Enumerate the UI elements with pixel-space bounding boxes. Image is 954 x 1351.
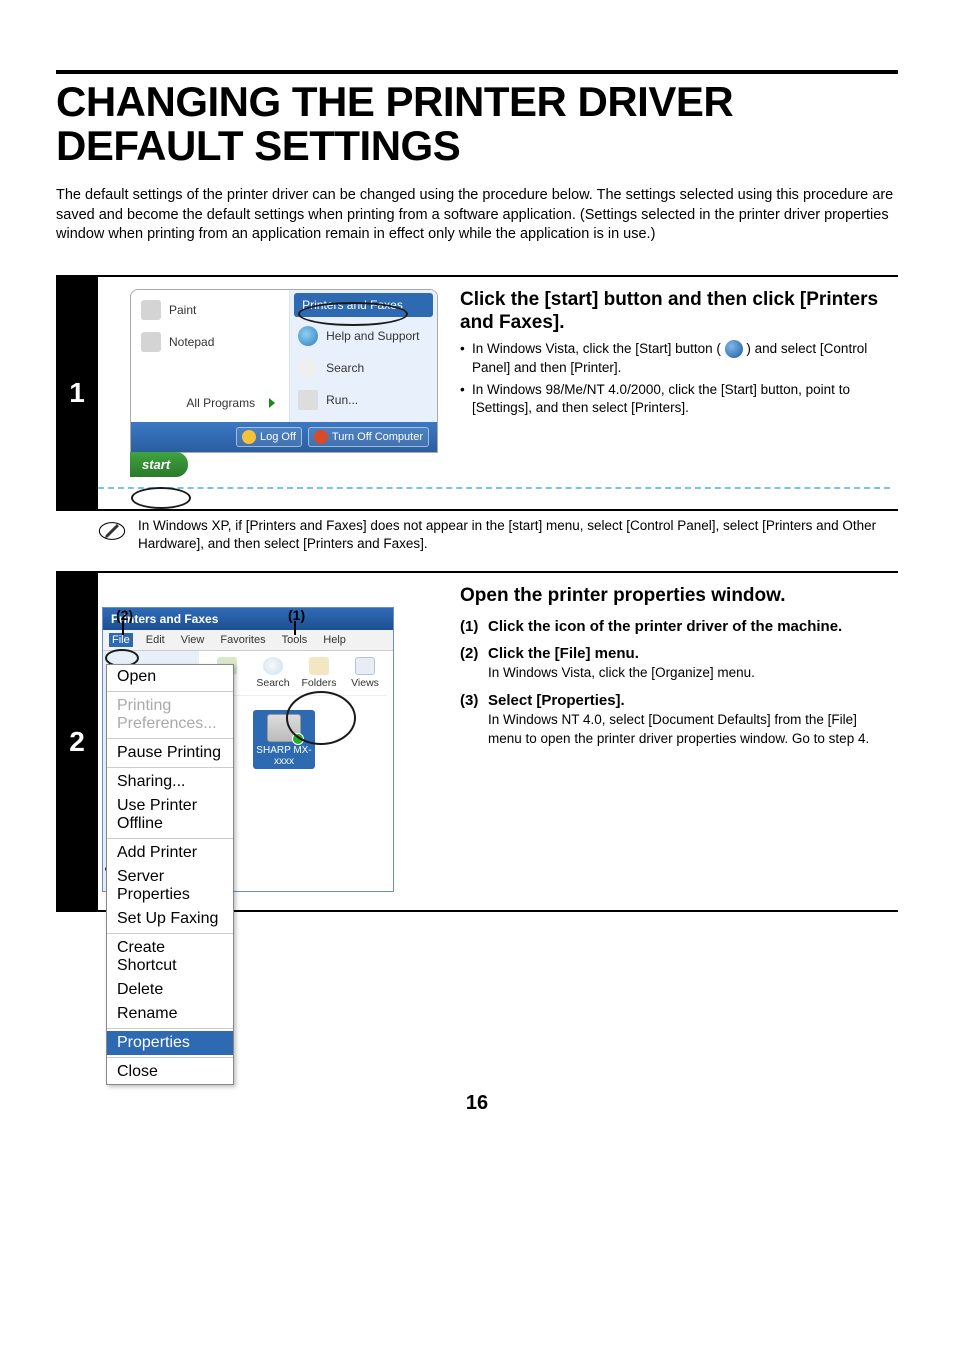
step-1-number: 1 [56,277,98,509]
step-2-number: 2 [56,573,98,910]
step-2-sub3-text: In Windows NT 4.0, select [Document Defa… [460,711,890,747]
window-title: Printers and Faxes [103,608,393,630]
file-menu: File [109,633,133,647]
power-icon [314,430,328,444]
views-icon [355,657,375,675]
step-2-sub2: (2)Click the [File] menu. [460,645,890,662]
start-menu-run: Run... [326,393,358,407]
start-menu-all-programs: All Programs [186,396,255,410]
step-2-heading: Open the printer properties window. [460,585,890,608]
start-menu-turnoff: Turn Off Computer [332,431,423,443]
step-1-bullet-2: In Windows 98/Me/NT 4.0/2000, click the … [460,381,890,417]
help-icon [298,326,318,346]
windows-vista-start-icon [725,340,743,358]
start-menu-help: Help and Support [326,329,419,343]
start-menu-logoff: Log Off [260,431,296,443]
folders-icon [309,657,329,675]
search-icon [298,358,318,378]
chevron-right-icon [269,398,275,408]
run-icon [298,390,318,410]
start-menu-search: Search [326,361,364,375]
start-menu-notepad: Notepad [169,335,214,349]
step-2-sub3: (3)Select [Properties]. [460,692,890,709]
note-pencil-icon [98,517,126,545]
step-2-sub1: (1)Click the icon of the printer driver … [460,618,890,635]
logoff-icon [242,430,256,444]
callout-1: (1) [288,607,305,623]
step-1: 1 Paint Notepad All Programs [56,275,898,511]
start-button-icon: start [130,452,188,477]
file-dropdown-mock-icon: Open Printing Preferences... Pause Print… [106,664,234,1085]
step-1-note: In Windows XP, if [Printers and Faxes] d… [98,517,898,553]
step-1-heading: Click the [start] button and then click … [460,289,890,335]
search-icon [263,657,283,675]
page-number: 16 [56,1092,898,1115]
callout-oval-icon [298,302,408,326]
page-title: CHANGING THE PRINTER DRIVER DEFAULT SETT… [56,70,898,168]
start-menu-paint: Paint [169,303,196,317]
callout-2: (2) [116,607,133,623]
step-1-bullet-1: In Windows Vista, click the [Start] butt… [460,340,890,377]
intro-paragraph: The default settings of the printer driv… [56,186,898,245]
callout-oval-icon [131,487,191,509]
step-2-sub2-text: In Windows Vista, click the [Organize] m… [460,664,890,682]
step-2: 2 (2) (1) Printers and Faxes File Edit V… [56,571,898,912]
callout-oval-icon [286,691,356,745]
